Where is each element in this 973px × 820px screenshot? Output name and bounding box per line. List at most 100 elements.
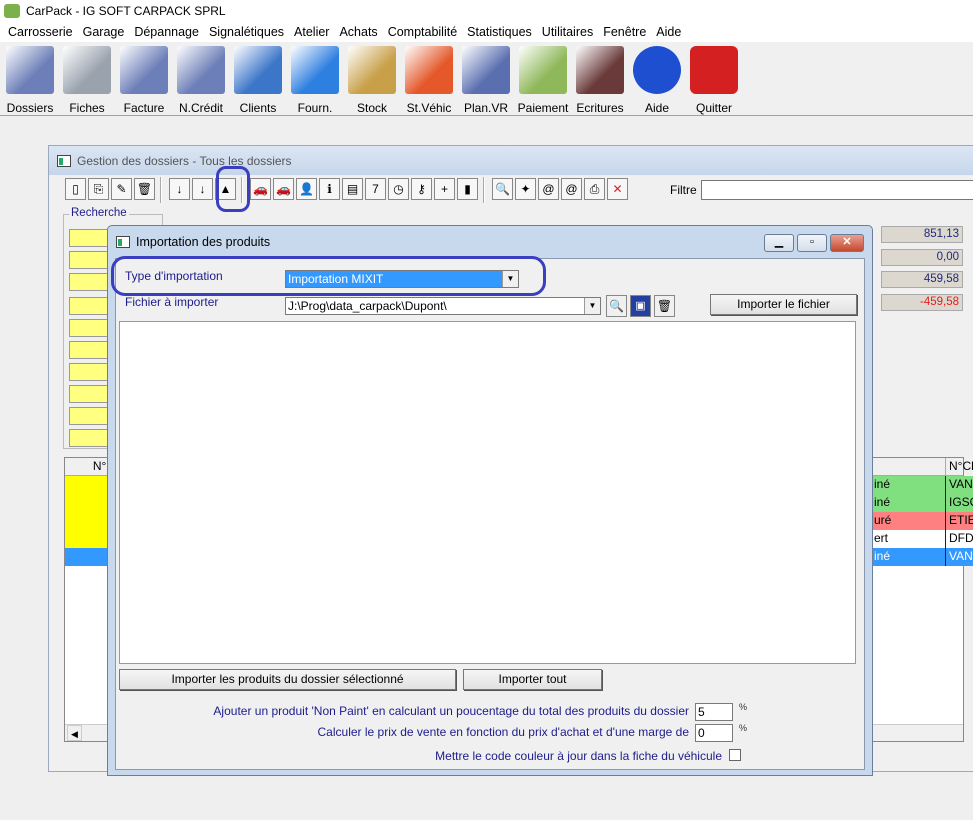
menu-6[interactable]: Comptabilité <box>383 22 462 42</box>
toolbar-button-aide[interactable]: Aide <box>629 46 685 115</box>
menu-bar: Carrosserie Garage Dépannage Signalétiques A… <box>0 22 973 42</box>
gestion-window-title: Gestion des dossiers - Tous les dossiers <box>77 153 292 168</box>
toolbar-label: Fourn. <box>297 101 333 115</box>
percent-label: % <box>739 702 748 712</box>
toolbar-button-stock[interactable]: Stock <box>344 46 400 115</box>
person-icon[interactable]: 👤 <box>296 178 317 200</box>
main-toolbar: Dossiers Fiches Facture N.Crédit Clients Four… <box>0 42 973 116</box>
invoice-add-icon <box>120 46 168 94</box>
menu-1[interactable]: Garage <box>78 22 130 42</box>
calendar-icon[interactable]: 7 <box>365 178 386 200</box>
menu-8[interactable]: Utilitaires <box>537 22 598 42</box>
cell-client: IGSO <box>945 494 973 512</box>
payment-money-icon <box>519 46 567 94</box>
import-selected-button[interactable]: Importer les produits du dossier sélecti… <box>119 669 456 690</box>
cell-client: ETIEN <box>945 512 973 530</box>
new-document-icon[interactable]: ▯ <box>65 178 86 200</box>
cell-client: VANH <box>945 476 973 494</box>
non-paint-percent-input[interactable] <box>695 703 733 721</box>
toolbar-button-facture[interactable]: Facture <box>116 46 172 115</box>
toolbar-label: Stock <box>356 101 387 115</box>
dialog-title: Importation des produits <box>136 235 271 249</box>
menu-5[interactable]: Achats <box>334 22 382 42</box>
maximize-button[interactable]: ▫ <box>797 234 827 252</box>
toolbar-button-quitter[interactable]: Quitter <box>686 46 742 115</box>
search-magnifier-icon[interactable]: 🔍 <box>492 178 513 200</box>
cars-icon <box>405 46 453 94</box>
toolbar-button-fiches[interactable]: Fiches <box>59 46 115 115</box>
toolbar-label: Paiement <box>517 101 569 115</box>
toolbar-label: Ecritures <box>576 101 624 115</box>
close-button[interactable]: ✕ <box>830 234 864 252</box>
trash-icon[interactable]: 🗑 <box>654 295 675 317</box>
trash-icon[interactable]: 🗑 <box>134 178 155 200</box>
email-icon[interactable]: @ <box>538 178 559 200</box>
toolbar-button-fourn[interactable]: Fourn. <box>287 46 343 115</box>
import-tool-highlight <box>216 166 250 212</box>
car-keys-icon <box>462 46 510 94</box>
minimize-button[interactable]: ▁ <box>764 234 794 252</box>
gestion-window-title-bar: Gestion des dossiers - Tous les dossiers <box>49 146 973 175</box>
email-send-icon[interactable]: @ <box>561 178 582 200</box>
save-disk-icon[interactable]: ▣ <box>630 295 651 317</box>
chevron-down-icon[interactable]: ▼ <box>584 298 600 314</box>
menu-7[interactable]: Statistiques <box>462 22 537 42</box>
margin-percent-input[interactable] <box>695 724 733 742</box>
cell-status: iné <box>870 548 945 566</box>
cell-client: DFDS <box>945 530 973 548</box>
menu-10[interactable]: Aide <box>651 22 686 42</box>
delete-x-icon[interactable]: ✕ <box>607 178 628 200</box>
filter-label: Filtre <box>670 183 697 197</box>
import-all-button[interactable]: Importer tout <box>463 669 602 690</box>
car-remove-icon[interactable]: 🚗 <box>273 178 294 200</box>
filter-input[interactable] <box>701 180 973 200</box>
import-down-icon[interactable]: ↓ <box>192 178 213 200</box>
search-magnifier-icon[interactable]: 🔍 <box>606 295 627 317</box>
copy-icon[interactable]: ⎘ <box>88 178 109 200</box>
edit-pencil-icon[interactable]: ✎ <box>111 178 132 200</box>
cell-client: VANT <box>945 548 973 566</box>
export-down-icon[interactable]: ↓ <box>169 178 190 200</box>
products-list[interactable] <box>119 321 856 664</box>
file-path-combobox[interactable]: J:\Prog\data_carpack\Dupont\ ▼ <box>285 297 601 315</box>
toolbar-label: St.Véhic <box>406 101 452 115</box>
color-code-checkbox[interactable] <box>729 749 741 761</box>
file-path-value: J:\Prog\data_carpack\Dupont\ <box>288 299 447 313</box>
menu-3[interactable]: Signalétiques <box>204 22 289 42</box>
toolbar-button-ncrdit[interactable]: N.Crédit <box>173 46 229 115</box>
doc-add-icon[interactable]: + <box>434 178 455 200</box>
menu-0[interactable]: Carrosserie <box>3 22 78 42</box>
info-icon[interactable]: ℹ <box>319 178 340 200</box>
col-header-client[interactable]: N°Cli <box>945 458 973 476</box>
chart-bars-icon[interactable]: ▮ <box>457 178 478 200</box>
car-doc-icon[interactable]: ▤ <box>342 178 363 200</box>
attach-icon[interactable]: ✦ <box>515 178 536 200</box>
toolbar-button-stvhic[interactable]: St.Véhic <box>401 46 457 115</box>
import-file-button[interactable]: Importer le fichier <box>710 294 857 315</box>
total-value: -459,58 <box>881 293 963 311</box>
toolbar-button-dossiers[interactable]: Dossiers <box>2 46 58 115</box>
toolbar-button-ecritures[interactable]: Ecritures <box>572 46 628 115</box>
keys-icon[interactable]: ⚷ <box>411 178 432 200</box>
app-title-bar: CarPack - IG SOFT CARPACK SPRL <box>0 0 973 22</box>
client-person-icon <box>234 46 282 94</box>
app-title: CarPack - IG SOFT CARPACK SPRL <box>26 4 226 18</box>
toolbar-button-clients[interactable]: Clients <box>230 46 286 115</box>
boxes-icon <box>348 46 396 94</box>
print-icon[interactable]: ⎙ <box>584 178 605 200</box>
cell-dossier <box>65 548 110 566</box>
menu-9[interactable]: Fenêtre <box>598 22 651 42</box>
cell-status: uré <box>870 512 945 530</box>
window-icon <box>116 236 130 248</box>
menu-2[interactable]: Dépannage <box>129 22 204 42</box>
toolbar-label: N.Crédit <box>178 101 223 115</box>
toolbar-button-planvr[interactable]: Plan.VR <box>458 46 514 115</box>
scroll-left-icon[interactable]: ◀ <box>67 725 82 741</box>
cell-status: ert <box>870 530 945 548</box>
import-type-highlight <box>111 256 546 296</box>
cell-dossier <box>65 476 110 494</box>
car-add-icon[interactable]: 🚗 <box>250 178 271 200</box>
toolbar-button-paiement[interactable]: Paiement <box>515 46 571 115</box>
menu-4[interactable]: Atelier <box>289 22 334 42</box>
clock-icon[interactable]: ◷ <box>388 178 409 200</box>
